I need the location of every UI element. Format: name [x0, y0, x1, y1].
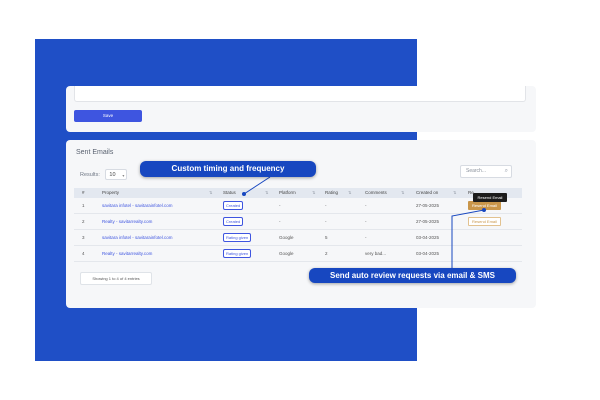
platform-cell: - — [279, 203, 281, 208]
review-requests-callout: Send auto review requests via email & SM… — [309, 268, 516, 283]
pagination-info: Showing 1 to 4 of 4 entries — [80, 272, 152, 285]
property-link[interactable]: savitara infotel - savitarainfotel.com — [102, 230, 173, 246]
status-badge: Rating given — [223, 233, 252, 242]
search-placeholder: Search... — [466, 168, 487, 174]
timing-callout: Custom timing and frequency — [140, 161, 316, 177]
comments-cell: - — [365, 235, 367, 240]
comments-cell: - — [365, 219, 367, 224]
resend-email-button[interactable]: Resend Email — [468, 217, 501, 226]
created-on-cell: 03-04-2025 — [416, 251, 440, 256]
column-header-status[interactable]: Status — [223, 188, 236, 198]
column-header-number[interactable]: # — [82, 188, 85, 198]
platform-cell: Google — [279, 251, 294, 256]
rating-cell: 2 — [325, 251, 328, 256]
status-badge: Created — [223, 217, 244, 226]
column-header-created-on[interactable]: Created on — [416, 188, 438, 198]
sort-icon[interactable]: ⇅ — [348, 188, 351, 198]
chevron-down-icon: ▾ — [122, 173, 125, 178]
created-on-cell: 27-05-2025 — [416, 219, 440, 224]
table-row: 2 Realty - savitarrealty.com Created - -… — [74, 214, 522, 230]
column-header-rating[interactable]: Rating — [325, 188, 338, 198]
comments-cell: very bad... — [365, 251, 387, 256]
results-value: 10 — [109, 172, 116, 178]
results-label: Results: — [80, 172, 100, 178]
column-header-property[interactable]: Property — [102, 188, 119, 198]
search-icon: ⌕ — [504, 168, 508, 174]
property-link[interactable]: Realty - savitarrealty.com — [102, 246, 152, 262]
row-number: 2 — [82, 219, 85, 224]
row-number: 4 — [82, 251, 85, 256]
row-number: 1 — [82, 203, 85, 208]
card-title: Sent Emails — [76, 149, 114, 156]
property-link[interactable]: savitara infotel - savitarainfotel.com — [102, 198, 173, 214]
sort-icon[interactable]: ⇅ — [453, 188, 456, 198]
table-row: 4 Realty - savitarrealty.com Rating give… — [74, 246, 522, 262]
created-on-cell: 03-04-2025 — [416, 235, 440, 240]
sort-icon[interactable]: ⇅ — [312, 188, 315, 198]
status-badge: Rating given — [223, 249, 252, 258]
save-button[interactable]: Save — [74, 110, 142, 122]
results-select[interactable]: 10 ▾ — [105, 169, 128, 180]
table-header: # Property ⇅ Status ⇅ Platform ⇅ Rating … — [74, 188, 522, 198]
table-row: 3 savitara infotel - savitarainfotel.com… — [74, 230, 522, 246]
row-number: 3 — [82, 235, 85, 240]
table-row: 1 savitara infotel - savitarainfotel.com… — [74, 198, 522, 214]
message-textarea[interactable] — [74, 86, 526, 102]
column-header-platform[interactable]: Platform — [279, 188, 296, 198]
resend-email-tooltip: Resend Email — [473, 193, 507, 202]
rating-cell: 5 — [325, 235, 328, 240]
form-card: Save — [66, 86, 536, 132]
comments-cell: - — [365, 203, 367, 208]
platform-cell: Google — [279, 235, 294, 240]
resend-email-button[interactable]: Resend Email — [468, 201, 501, 210]
platform-cell: - — [279, 219, 281, 224]
results-per-page: Results: 10 ▾ — [80, 169, 128, 181]
sort-icon[interactable]: ⇅ — [209, 188, 212, 198]
search-input[interactable]: Search... ⌕ — [460, 165, 512, 178]
property-link[interactable]: Realty - savitarrealty.com — [102, 214, 152, 230]
sent-emails-table: # Property ⇅ Status ⇅ Platform ⇅ Rating … — [74, 188, 522, 262]
rating-cell: - — [325, 219, 327, 224]
column-header-comments[interactable]: Comments — [365, 188, 387, 198]
sort-icon[interactable]: ⇅ — [401, 188, 404, 198]
status-badge: Created — [223, 201, 244, 210]
sort-icon[interactable]: ⇅ — [265, 188, 268, 198]
created-on-cell: 27-05-2025 — [416, 203, 440, 208]
rating-cell: - — [325, 203, 327, 208]
